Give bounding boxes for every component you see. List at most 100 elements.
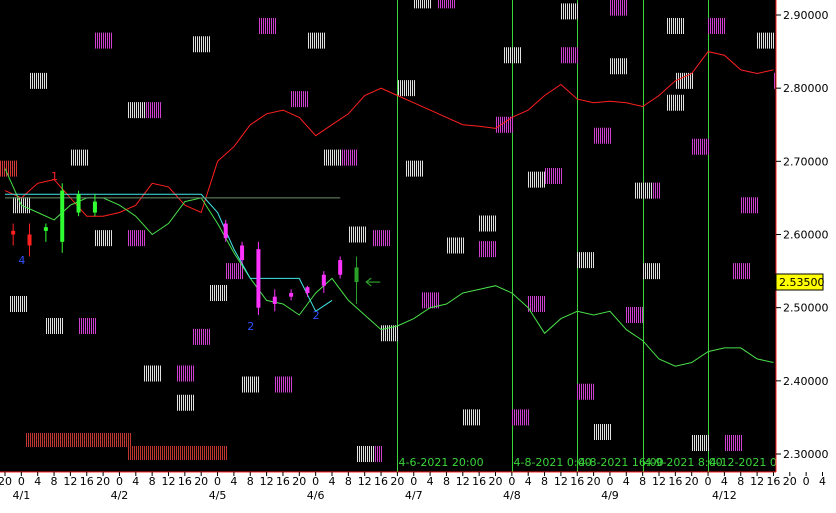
x-tick-label: 12 [652, 475, 666, 488]
pattern-block [193, 36, 210, 53]
candle-body [76, 194, 81, 213]
pattern-block [438, 0, 455, 9]
x-date-label: 4/5 [209, 489, 227, 502]
x-tick-label: 16 [668, 475, 682, 488]
pattern-block [193, 328, 210, 345]
y-tick-label: 2.40000 [783, 375, 829, 388]
candle [76, 190, 81, 217]
candle-body [321, 274, 326, 286]
wave-label: 2 [313, 309, 320, 322]
y-tick-label: 2.60000 [783, 229, 829, 242]
pattern-block [733, 263, 750, 280]
candle-body [289, 293, 294, 297]
y-tick-label: 2.30000 [783, 448, 829, 461]
x-tick-label: 16 [178, 475, 192, 488]
x-tick-label: 4 [525, 475, 532, 488]
x-tick-label: 20 [783, 475, 797, 488]
x-tick-label: 12 [63, 475, 77, 488]
x-tick-label: 0 [606, 475, 613, 488]
pattern-block [242, 376, 259, 393]
pattern-block [275, 376, 292, 393]
x-tick-label: 20 [292, 475, 306, 488]
x-tick-label: 0 [116, 475, 123, 488]
pattern-block [398, 80, 415, 97]
x-tick-label: 20 [0, 475, 12, 488]
x-tick-label: 16 [766, 475, 780, 488]
pattern-block [144, 102, 161, 119]
pattern-block [128, 230, 145, 247]
x-tick-label: 12 [554, 475, 568, 488]
x-tick-label: 8 [247, 475, 254, 488]
x-tick-label: 16 [570, 475, 584, 488]
x-tick-label: 4 [329, 475, 336, 488]
pattern-block [528, 171, 545, 188]
volume-block [26, 433, 131, 447]
x-tick-label: 20 [96, 475, 110, 488]
pattern-block [406, 160, 423, 177]
candle-body [256, 249, 261, 308]
x-tick-label: 20 [390, 475, 404, 488]
pattern-block [667, 17, 684, 34]
pattern-block [177, 394, 194, 411]
x-tick-label: 20 [685, 475, 699, 488]
pattern-block [46, 317, 63, 334]
pattern-block [479, 241, 496, 258]
pattern-block [528, 296, 545, 313]
pattern-block [10, 296, 27, 313]
candle-body [338, 260, 343, 275]
y-tick-label: 2.90000 [783, 9, 829, 22]
pattern-block [71, 149, 88, 166]
x-tick-label: 4 [623, 475, 630, 488]
pattern-block [177, 365, 194, 382]
pattern-block [463, 409, 480, 426]
x-tick-label: 4 [34, 475, 41, 488]
x-tick-label: 12 [750, 475, 764, 488]
candle-body [272, 296, 277, 305]
candle [256, 241, 261, 315]
pattern-block [741, 197, 758, 214]
pattern-block [373, 230, 390, 247]
x-tick-label: 12 [162, 475, 176, 488]
pattern-block [635, 182, 652, 199]
x-tick-label: 20 [587, 475, 601, 488]
x-date-label: 4/12 [712, 489, 737, 502]
current-price-label: 2.53500 [779, 276, 825, 289]
candle-body [223, 223, 228, 239]
x-date-label: 4/7 [405, 489, 423, 502]
wave-label: 2 [247, 320, 254, 333]
x-date-label: 4/2 [111, 489, 129, 502]
wave-label: 1 [51, 170, 58, 183]
pattern-block [95, 230, 112, 247]
y-tick-label: 2.70000 [783, 155, 829, 168]
x-tick-label: 8 [149, 475, 156, 488]
pattern-block [610, 58, 627, 75]
x-tick-label: 20 [194, 475, 208, 488]
x-date-label: 4/9 [601, 489, 619, 502]
x-tick-label: 16 [472, 475, 486, 488]
x-tick-label: 16 [276, 475, 290, 488]
price-chart[interactable]: 4-6-2021 20:00 4-8-2021 0:004-8-2021 16:0… [0, 0, 836, 513]
pattern-block [757, 32, 774, 49]
pattern-block [512, 409, 529, 426]
wave-label: 4 [18, 254, 25, 267]
x-tick-label: 16 [374, 475, 388, 488]
pattern-block [79, 317, 96, 334]
pattern-block [324, 149, 341, 166]
pattern-block [340, 149, 357, 166]
x-tick-label: 8 [345, 475, 352, 488]
x-tick-label: 4 [721, 475, 728, 488]
x-tick-label: 16 [80, 475, 94, 488]
y-tick-label: 2.80000 [783, 82, 829, 95]
x-tick-label: 12 [456, 475, 470, 488]
pattern-block [545, 167, 562, 184]
candle-body [60, 190, 65, 242]
x-tick-label: 4 [427, 475, 434, 488]
pattern-block [357, 446, 374, 462]
pattern-block [226, 263, 243, 280]
x-tick-label: 0 [508, 475, 515, 488]
pattern-block [577, 252, 594, 269]
pattern-block [626, 306, 643, 323]
pattern-block [30, 72, 47, 89]
x-date-label: 4/6 [307, 489, 325, 502]
x-date-label: 4/8 [503, 489, 521, 502]
